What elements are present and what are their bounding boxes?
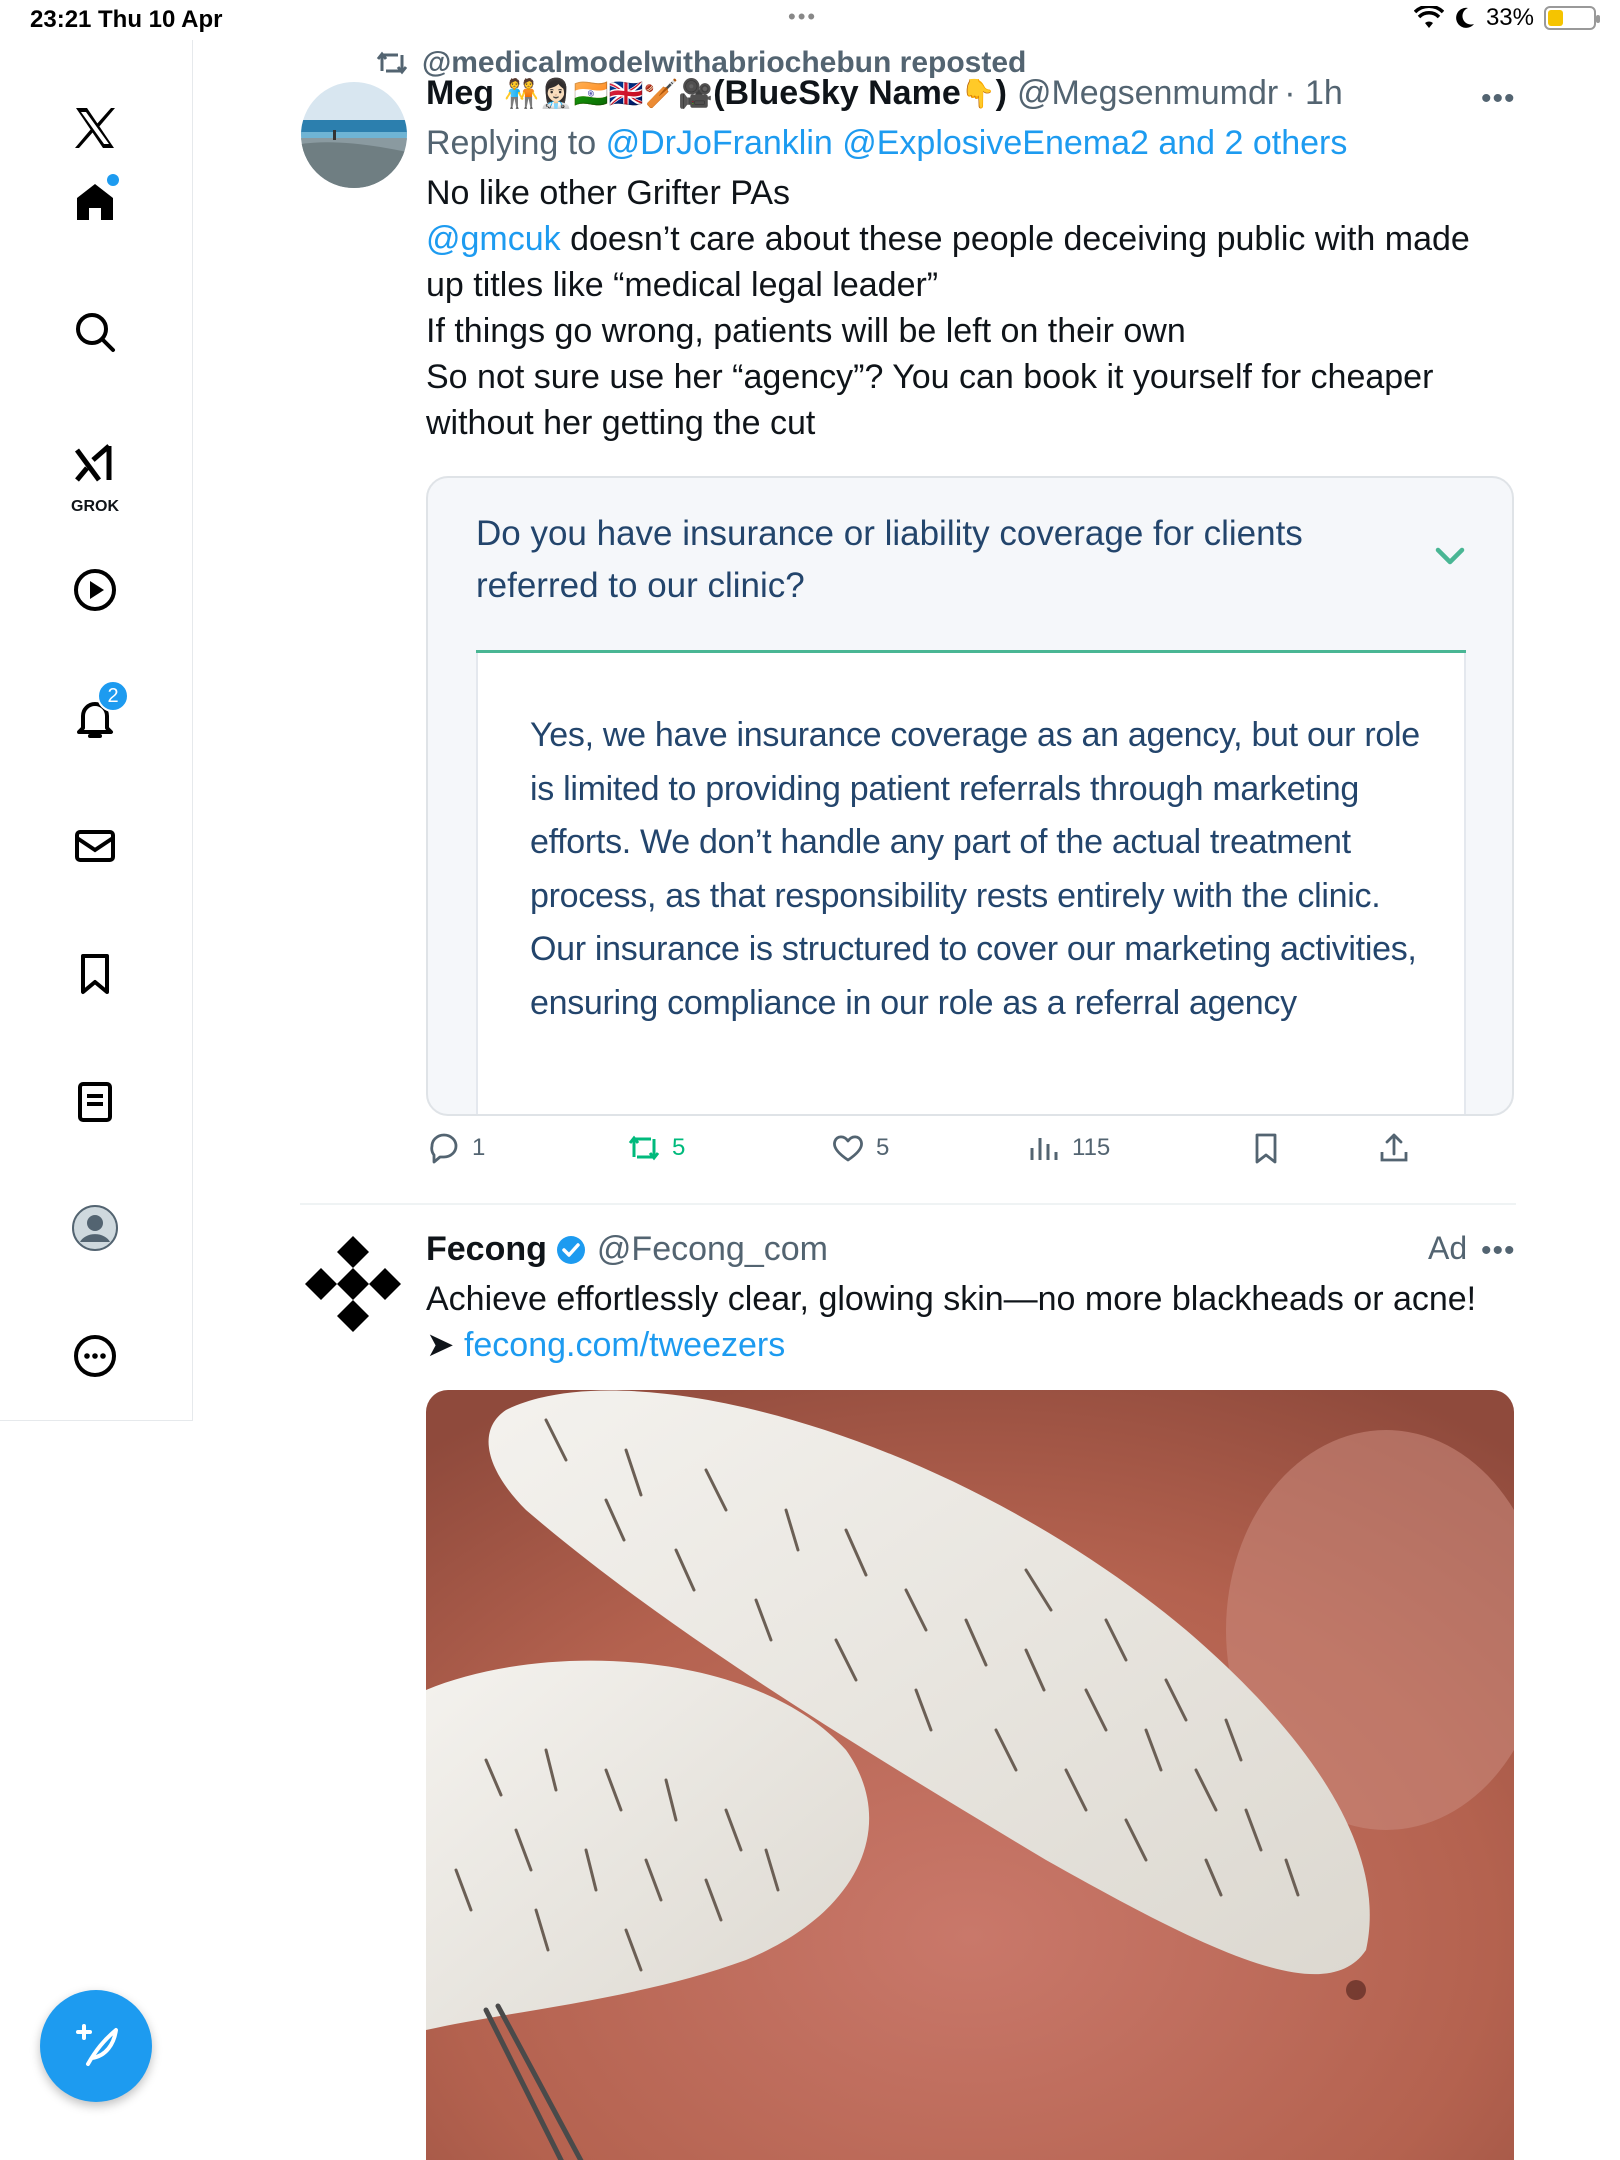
repost-count: 5 xyxy=(672,1134,686,1161)
tweet-more-button[interactable]: ••• xyxy=(1481,82,1516,116)
battery-percent: 33% xyxy=(1485,4,1534,31)
sidebar-item-notifications[interactable]: 2 xyxy=(57,680,133,756)
sidebar-item-home[interactable] xyxy=(57,164,133,240)
share-icon xyxy=(1380,1133,1408,1162)
tweet-text-line: @gmcuk doesn’t care about these people d… xyxy=(426,220,1470,304)
x-logo-icon xyxy=(75,108,115,148)
battery-level xyxy=(1548,10,1563,26)
faq-answer-panel: Yes, we have insurance coverage as an ag… xyxy=(476,653,1466,1114)
heart-icon xyxy=(833,1135,863,1162)
tweet-media-screenshot[interactable]: Do you have insurance or liability cover… xyxy=(426,476,1514,1116)
ad-text: Achieve effortlessly clear, glowing skin… xyxy=(426,1280,1477,1318)
ad-author-avatar[interactable] xyxy=(299,1230,407,1338)
repost-icon xyxy=(376,51,408,75)
tweet-author-avatar[interactable] xyxy=(301,82,407,188)
notifications-badge: 2 xyxy=(97,680,129,712)
faq-answer: Yes, we have insurance coverage as an ag… xyxy=(530,716,1420,1022)
list-icon xyxy=(78,1082,112,1122)
sidebar-item-messages[interactable] xyxy=(57,808,133,884)
ad-header: Fecong @Fecong_com xyxy=(426,1230,828,1269)
reply-count: 1 xyxy=(472,1134,486,1161)
ad-author-handle[interactable]: @Fecong_com xyxy=(597,1230,828,1269)
author-name-close: ) xyxy=(995,74,1007,112)
replying-to: Replying to @DrJoFranklin @ExplosiveEnem… xyxy=(426,124,1347,163)
replying-to-prefix: Replying to xyxy=(426,124,597,162)
more-circle-icon xyxy=(74,1335,116,1377)
author-name-suffix: (BlueSky Name xyxy=(713,74,961,112)
ad-link[interactable]: fecong.com/tweezers xyxy=(464,1326,785,1364)
mention-link[interactable]: @gmcuk xyxy=(426,220,561,258)
bookmark-icon xyxy=(81,954,109,994)
sidebar-nav: GROK 2 xyxy=(0,40,193,1420)
sidebar-item-profile[interactable] xyxy=(57,1190,133,1266)
replying-to-users[interactable]: @DrJoFranklin @ExplosiveEnema2 and 2 oth… xyxy=(606,124,1348,162)
battery-icon xyxy=(1544,6,1600,30)
author-handle[interactable]: @Megsenmumdr xyxy=(1017,74,1278,113)
timeline-feed: @medicalmodelwithabriochebun reposted Me… xyxy=(193,40,1620,2160)
ad-author-name[interactable]: Fecong xyxy=(426,1230,547,1269)
view-count: 115 xyxy=(1072,1134,1111,1161)
faq-question: Do you have insurance or liability cover… xyxy=(476,514,1303,605)
mail-icon xyxy=(75,830,115,862)
like-button[interactable]: 5 xyxy=(830,1130,889,1166)
reply-icon xyxy=(430,1133,458,1164)
share-button[interactable] xyxy=(1376,1130,1412,1166)
like-count: 5 xyxy=(876,1134,890,1161)
sidebar-item-grok[interactable]: GROK xyxy=(57,428,133,518)
sidebar-item-explore[interactable] xyxy=(57,294,133,370)
tweet-text-line: No like other Grifter PAs xyxy=(426,174,791,212)
multitasking-dots[interactable]: ••• xyxy=(788,4,817,30)
bookmark-button[interactable] xyxy=(1248,1130,1284,1166)
tweet-actions: 1 5 5 115 xyxy=(426,1130,1516,1186)
status-indicators: 33% xyxy=(1413,4,1600,32)
play-icon xyxy=(74,569,116,611)
reply-button[interactable]: 1 xyxy=(426,1130,485,1166)
status-bar: 23:21 Thu 10 Apr ••• 33% xyxy=(0,0,1620,40)
ad-media-image[interactable] xyxy=(426,1390,1514,2160)
compose-icon xyxy=(76,2024,118,2066)
arrow-icon: ➤ xyxy=(426,1326,455,1364)
ad-more-button[interactable]: ••• xyxy=(1481,1234,1516,1268)
chevron-down-icon xyxy=(1435,547,1465,565)
search-icon xyxy=(76,313,115,352)
grok-icon xyxy=(74,444,112,482)
repost-button[interactable]: 5 xyxy=(626,1130,685,1166)
tweet-divider xyxy=(300,1203,1516,1205)
author-name-emojis: 🧑‍🤝‍🧑👩🏻‍⚕️🇮🇳🇬🇧🏏🎥 xyxy=(504,78,714,109)
tweet-text-line: If things go wrong, patients will be lef… xyxy=(426,312,1186,350)
tweet-text-line: So not sure use her “agency”? You can bo… xyxy=(426,358,1434,442)
avatar-icon xyxy=(72,1205,118,1251)
tweet-time[interactable]: · 1h xyxy=(1284,74,1343,113)
views-button[interactable]: 115 xyxy=(1026,1130,1110,1166)
pointing-down-emoji: 👇 xyxy=(960,78,996,109)
repost-icon xyxy=(628,1135,660,1161)
fecong-logo-icon xyxy=(305,1236,401,1332)
compose-post-button[interactable] xyxy=(40,1990,152,2102)
verified-badge-icon xyxy=(556,1235,585,1264)
sidebar-item-x-logo[interactable] xyxy=(57,90,133,166)
status-time: 23:21 xyxy=(30,6,92,33)
sidebar-item-bookmarks[interactable] xyxy=(57,936,133,1012)
sidebar-item-video[interactable] xyxy=(57,552,133,628)
author-name[interactable]: Meg xyxy=(426,74,494,113)
views-chart-icon xyxy=(1030,1138,1058,1160)
ad-label: Ad xyxy=(1428,1230,1468,1266)
grok-label: GROK xyxy=(71,498,119,515)
sidebar-item-lists[interactable] xyxy=(57,1064,133,1140)
tweet-body: No like other Grifter PAs @gmcuk doesn’t… xyxy=(426,170,1506,446)
moon-icon xyxy=(1456,7,1474,28)
tweet-header: Meg 🧑‍🤝‍🧑👩🏻‍⚕️🇮🇳🇬🇧🏏🎥 (BlueSky Name 👇 ) @… xyxy=(426,74,1343,113)
bookmark-icon xyxy=(1255,1133,1277,1164)
ad-link-line: ➤ fecong.com/tweezers xyxy=(426,1322,1516,1368)
wifi-icon xyxy=(1413,6,1444,28)
sidebar-divider xyxy=(0,1420,193,1421)
home-unread-dot xyxy=(107,174,119,186)
sidebar-item-more[interactable] xyxy=(57,1318,133,1394)
status-date: Thu 10 Apr xyxy=(98,6,223,33)
ad-body: Achieve effortlessly clear, glowing skin… xyxy=(426,1276,1516,1368)
